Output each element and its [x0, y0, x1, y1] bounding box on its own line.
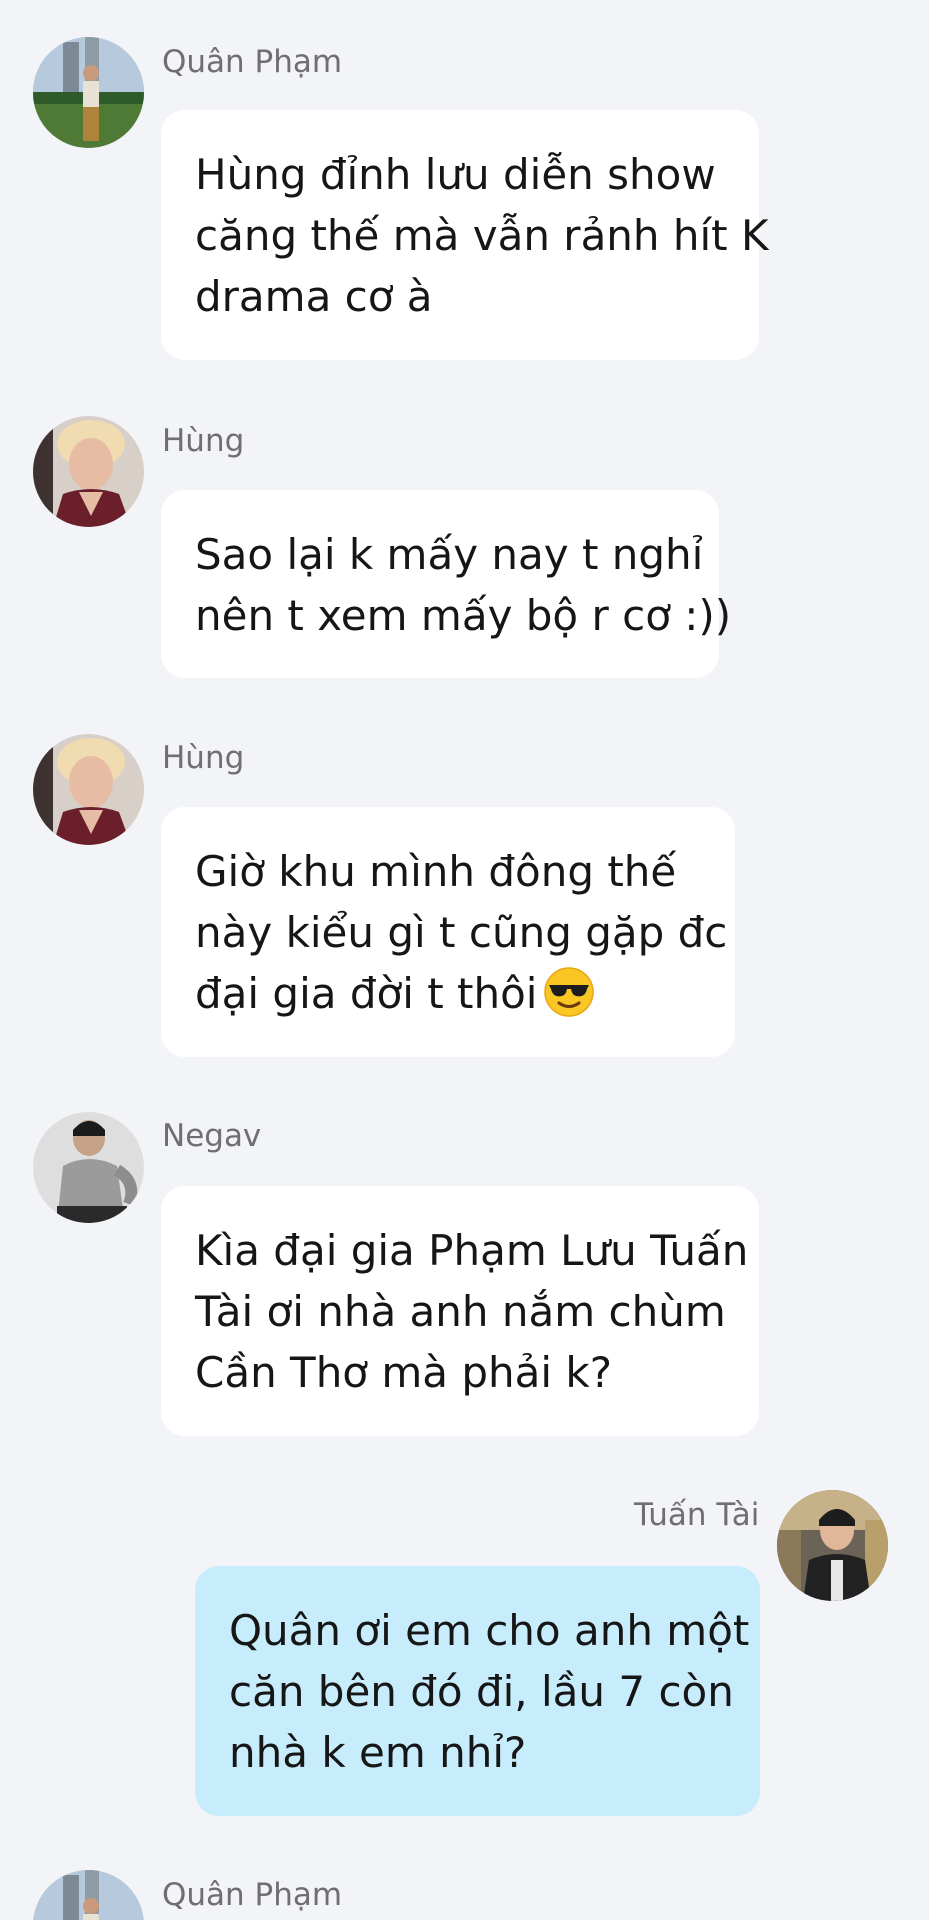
- message-line: Quân ơi em cho anh một: [229, 1606, 750, 1655]
- avatar[interactable]: [33, 37, 144, 148]
- avatar[interactable]: [777, 1490, 888, 1601]
- message-line: căng thế mà vẫn rảnh hít K: [195, 211, 769, 260]
- sender-name: Hùng: [162, 740, 245, 776]
- avatar[interactable]: [33, 734, 144, 845]
- message-line: căn bên đó đi, lầu 7 còn: [229, 1667, 734, 1716]
- avatar-negav-image: [33, 1112, 144, 1223]
- message-line: Tài ơi nhà anh nắm chùm: [195, 1287, 726, 1336]
- message-line: Kìa đại gia Phạm Lưu Tuấn: [195, 1226, 749, 1275]
- sender-name: Negav: [162, 1118, 262, 1154]
- message-bubble[interactable]: Hùng đỉnh lưu diễn show căng thế mà vẫn …: [161, 110, 769, 360]
- message-bubble[interactable]: Giờ khu mình đông thế này kiểu gì t cũng…: [161, 807, 735, 1057]
- avatar[interactable]: [33, 416, 144, 527]
- avatar[interactable]: [33, 1112, 144, 1223]
- message-line: này kiểu gì t cũng gặp đc: [195, 908, 728, 957]
- avatar-hung-image: [33, 734, 144, 845]
- avatar-hung-image: [33, 416, 144, 527]
- sender-name: Quân Phạm: [162, 44, 343, 80]
- message-bubble[interactable]: Quân ơi em cho anh một căn bên đó đi, lầ…: [195, 1566, 760, 1816]
- message-line: Hùng đỉnh lưu diễn show: [195, 150, 716, 199]
- message-line: nhà k em nhỉ?: [229, 1728, 527, 1777]
- scrollbar-track[interactable]: [929, 0, 939, 1920]
- avatar-quan-pham-image: [33, 1870, 144, 1920]
- message-line: đại gia đời t thôi: [195, 963, 705, 1024]
- message-bubble[interactable]: Kìa đại gia Phạm Lưu Tuấn Tài ơi nhà anh…: [161, 1186, 759, 1436]
- message-line: Giờ khu mình đông thế: [195, 847, 677, 896]
- message-line: Sao lại k mấy nay t nghỉ: [195, 530, 704, 579]
- message-text: đại gia đời t thôi: [195, 969, 538, 1018]
- message-line: drama cơ à: [195, 272, 433, 321]
- sender-name: Tuấn Tài: [634, 1497, 760, 1533]
- avatar-tuan-tai-image: [777, 1490, 888, 1601]
- message-bubble[interactable]: Sao lại k mấy nay t nghỉ nên t xem mấy b…: [161, 490, 732, 678]
- sunglasses-emoji-icon: [543, 966, 595, 1018]
- avatar[interactable]: [33, 1870, 144, 1920]
- avatar-quan-pham-image: [33, 37, 144, 148]
- message-line: Cần Thơ mà phải k?: [195, 1348, 613, 1397]
- sender-name: Hùng: [162, 423, 245, 459]
- chat-window: Quân Phạm Hùng đỉnh lưu diễn show căng t…: [0, 0, 939, 1920]
- sender-name: Quân Phạm: [162, 1877, 343, 1913]
- message-line: nên t xem mấy bộ r cơ :)): [195, 591, 732, 640]
